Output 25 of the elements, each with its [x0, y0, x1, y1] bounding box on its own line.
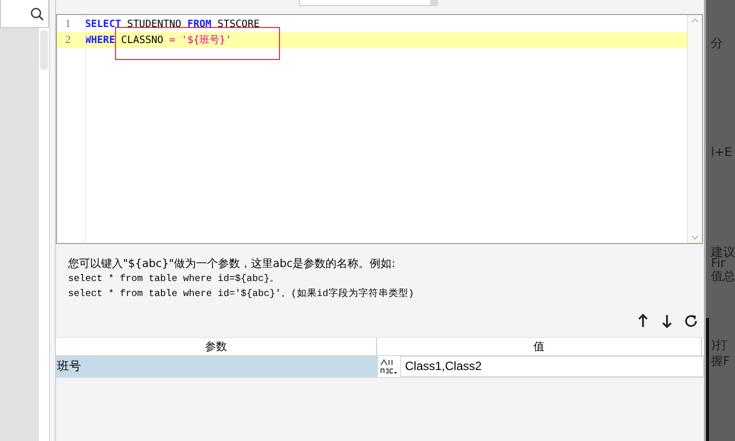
hint-text: 您可以键入"${abc}"做为一个参数，这里abc是参数的名称。例如: — [68, 256, 396, 271]
line-number: 2 — [64, 34, 72, 46]
column-header[interactable]: 参数 — [56, 338, 377, 355]
search-icon — [30, 6, 44, 20]
hint-text: select * from table where id=${abc}。 — [68, 272, 281, 286]
background-text: 握F — [710, 354, 731, 368]
table-cell[interactable]: 班号 — [56, 356, 378, 377]
background-text: l+E — [710, 145, 733, 159]
background-text: Fir — [710, 256, 726, 270]
sort-type-icon — [380, 358, 398, 374]
line-number: 1 — [64, 18, 72, 30]
code-line: SELECT STUDENTNO FROM STSCORE — [85, 18, 260, 30]
background-text: 建议 — [710, 245, 735, 259]
value-field[interactable]: Class1,Class2 — [400, 356, 704, 377]
scrollbar-thumb[interactable] — [40, 30, 48, 70]
search-field[interactable] — [0, 0, 49, 28]
code-line: WHERE CLASSNO = '${班号}' — [85, 34, 232, 47]
type-selector[interactable] — [378, 356, 400, 377]
background-text: 值总 — [710, 269, 735, 283]
sql-editor[interactable]: 1 SELECT STUDENTNO FROM STSCORE 2 WHERE CLASSNO = '${班号}' — [56, 14, 703, 244]
hint-text: select * from table where id='${abc}'。(如果id字段为字符串类型) — [68, 287, 416, 301]
background-text: )打 — [710, 338, 729, 352]
refresh-button[interactable] — [682, 312, 700, 330]
background-text: 分 — [710, 36, 724, 50]
column-header[interactable]: 值 — [377, 338, 702, 355]
